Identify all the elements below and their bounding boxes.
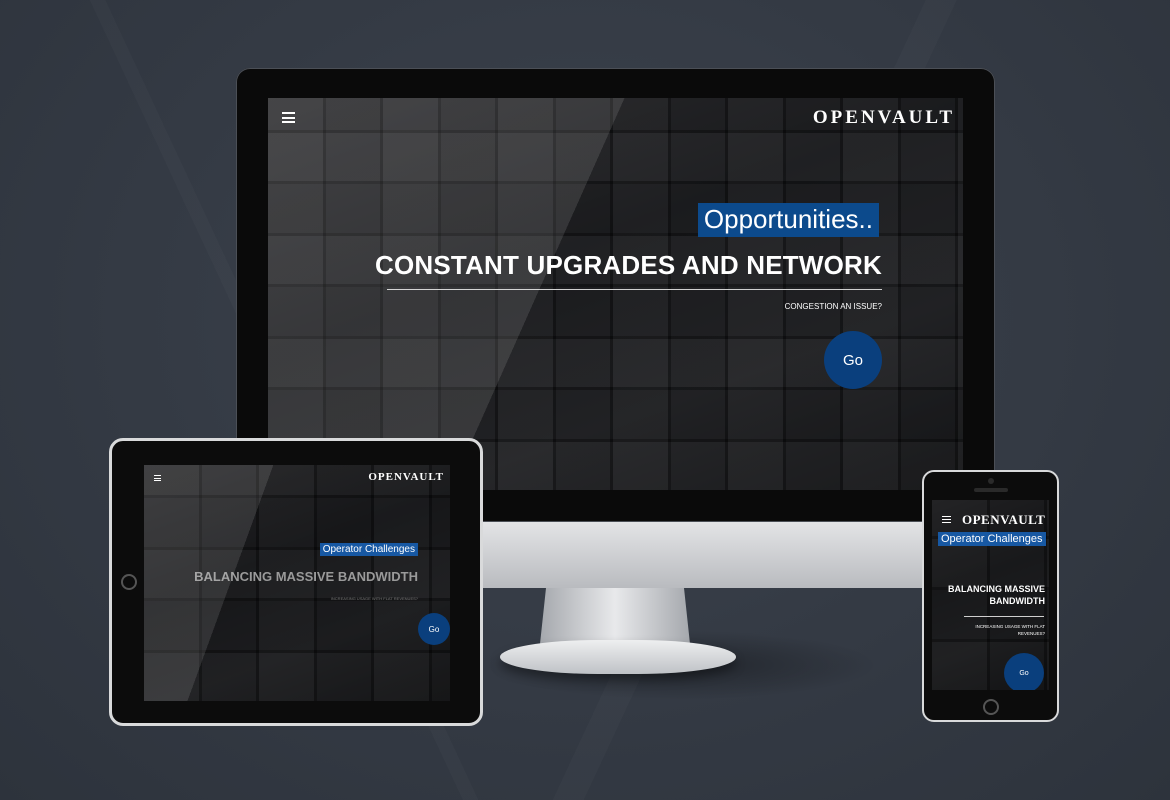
- monitor-base: [500, 640, 736, 674]
- hero-subtext-line2: REVENUES?: [1017, 631, 1045, 636]
- hero-highlight: Opportunities..: [697, 203, 879, 237]
- phone-device: OPENVAULT Operator Challenges BALANCING …: [922, 470, 1059, 722]
- go-button[interactable]: Go: [418, 613, 450, 645]
- hamburger-menu-icon[interactable]: [282, 112, 295, 123]
- phone-screen: OPENVAULT Operator Challenges BALANCING …: [932, 500, 1049, 690]
- go-button[interactable]: Go: [1004, 653, 1044, 690]
- phone-home-button: [983, 699, 999, 715]
- hero-headline-line2: BANDWIDTH: [989, 596, 1046, 606]
- hero-highlight: Operator Challenges: [319, 543, 418, 556]
- hero-headline: CONSTANT UPGRADES AND NETWORK: [374, 250, 882, 280]
- hero-subtext: CONGESTION AN ISSUE?: [784, 302, 882, 311]
- site-logo[interactable]: OPENVAULT: [368, 471, 444, 483]
- tablet-screen: OPENVAULT Operator Challenges BALANCING …: [144, 465, 450, 701]
- hero-highlight: Operator Challenges: [938, 532, 1046, 546]
- hero-subtext: INCREASING USAGE WITH FLAT REVENUES?: [330, 596, 418, 601]
- phone-speaker: [974, 488, 1008, 492]
- headline-divider: [387, 289, 882, 290]
- monitor-stand: [540, 588, 690, 644]
- tablet-home-button: [121, 574, 137, 590]
- hero-subtext-line1: INCREASING USAGE WITH FLAT: [975, 624, 1045, 629]
- hamburger-menu-icon[interactable]: [942, 516, 951, 523]
- site-logo[interactable]: OPENVAULT: [813, 107, 955, 129]
- hero-headline: BALANCING MASSIVE BANDWIDTH: [194, 569, 418, 584]
- hamburger-menu-icon[interactable]: [154, 475, 161, 481]
- phone-camera: [988, 478, 994, 484]
- site-logo[interactable]: OPENVAULT: [962, 512, 1045, 528]
- desktop-screen: OPENVAULT Opportunities.. CONSTANT UPGRA…: [268, 98, 963, 490]
- hero-headline-line1: BALANCING MASSIVE: [947, 584, 1045, 594]
- tablet-device: OPENVAULT Operator Challenges BALANCING …: [109, 438, 483, 726]
- headline-divider: [964, 616, 1044, 617]
- go-button[interactable]: Go: [824, 331, 882, 389]
